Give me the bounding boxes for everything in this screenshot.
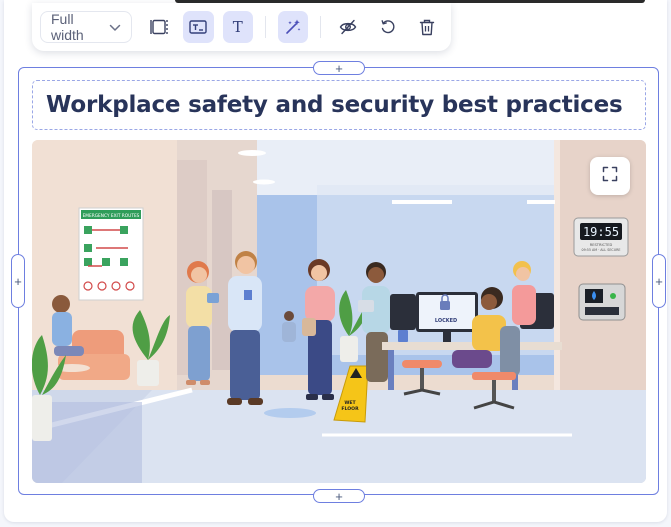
fullscreen-button[interactable]	[590, 157, 630, 195]
text-toggle-button[interactable]: T	[222, 11, 253, 43]
ai-magic-button[interactable]	[277, 11, 309, 43]
frame-icon	[150, 19, 168, 35]
width-select-value: Full width	[51, 11, 84, 43]
office-illustration[interactable]: EMERGENCY EXIT ROUTES 19:55 RESTRICTED 0…	[32, 140, 646, 483]
regenerate-button[interactable]	[372, 11, 402, 43]
poster-title: EMERGENCY EXIT ROUTES	[83, 213, 140, 219]
clock-caption-1: RESTRICTED	[590, 243, 613, 247]
clock-caption-2: 09:55 AM · ALL SECURE	[581, 248, 620, 252]
toolbar-divider	[264, 16, 266, 38]
chevron-down-icon	[109, 19, 121, 35]
layout-frame-button[interactable]	[144, 11, 174, 43]
clock-time: 19:55	[583, 225, 619, 239]
caption-icon	[189, 20, 208, 34]
text-icon: T	[232, 18, 243, 36]
office-scene-image: EMERGENCY EXIT ROUTES 19:55 RESTRICTED 0…	[32, 140, 646, 483]
refresh-icon	[380, 19, 396, 35]
resize-handle-left[interactable]: +	[11, 254, 25, 308]
expand-icon	[602, 166, 618, 187]
width-select[interactable]: Full width	[40, 11, 133, 43]
sign-label-2: FLOOR	[341, 406, 359, 412]
monitor-label: LOCKED	[435, 318, 457, 324]
sign-label-1: WET	[344, 400, 356, 406]
add-block-below-button[interactable]: +	[313, 489, 365, 503]
magic-wand-icon	[284, 18, 302, 36]
toolbar-divider	[320, 16, 322, 38]
eye-off-icon	[339, 19, 357, 35]
title-text-box[interactable]: Workplace safety and security best pract…	[32, 80, 646, 130]
delete-button[interactable]	[412, 11, 442, 43]
add-block-above-button[interactable]: +	[313, 61, 365, 75]
trash-icon	[419, 19, 435, 36]
block-title[interactable]: Workplace safety and security best pract…	[46, 92, 623, 118]
hide-button[interactable]	[333, 11, 363, 43]
resize-handle-right[interactable]: +	[652, 254, 666, 308]
block-toolbar: Full width T	[32, 3, 451, 51]
caption-toggle-button[interactable]	[183, 11, 214, 43]
